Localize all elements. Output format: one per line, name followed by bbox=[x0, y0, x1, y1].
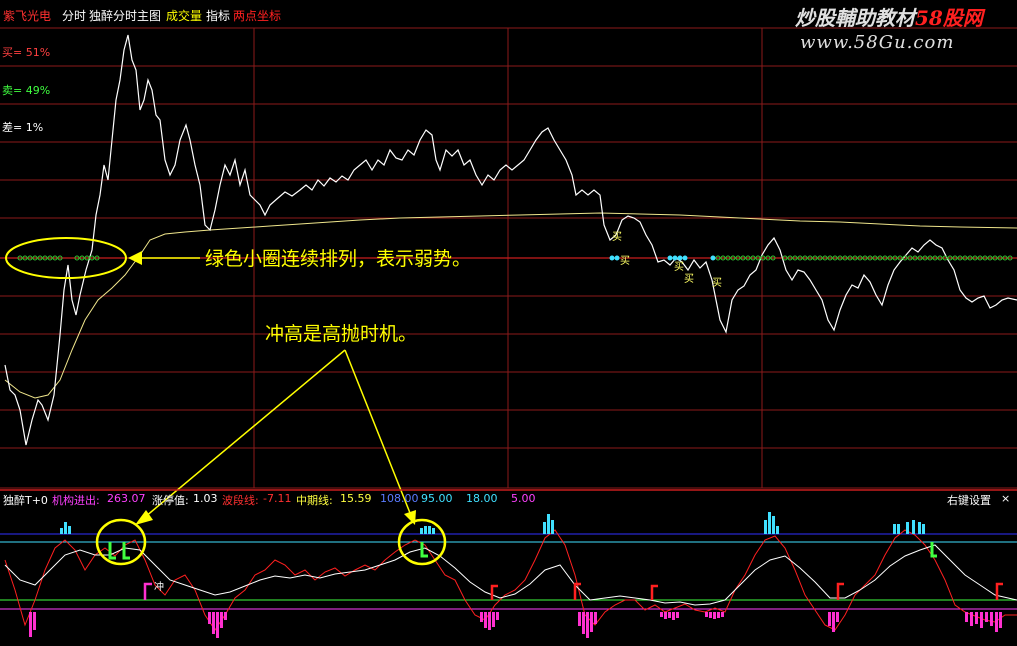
indicator-name[interactable]: 独醉T+0 bbox=[3, 492, 48, 508]
chong-tag: 冲 bbox=[154, 582, 164, 593]
mid-line bbox=[4, 544, 1017, 606]
green-sell-signals bbox=[108, 542, 937, 560]
inst-label: 机构进出: bbox=[52, 494, 100, 507]
close-icon[interactable]: × bbox=[1001, 492, 1010, 505]
level-value-95: 95.00 bbox=[421, 492, 453, 505]
lower-panel-header: 独醉T+0 机构进出: 263.07 涨停值: 1.03 波段线: -7.11 … bbox=[0, 492, 1017, 508]
inst-value: 263.07 bbox=[107, 492, 146, 505]
wave-value: -7.11 bbox=[263, 492, 292, 505]
limit-label: 涨停值: bbox=[152, 494, 189, 507]
level-value-108: 108.00 bbox=[380, 492, 419, 505]
red-buy-signals bbox=[490, 582, 1003, 600]
level-value-18: 18.00 bbox=[466, 492, 498, 505]
magenta-bars bbox=[29, 612, 1002, 638]
limit-value: 1.03 bbox=[193, 492, 218, 505]
annotation-sell: 冲高是高抛时机。 bbox=[265, 323, 418, 345]
wave-label: 波段线: bbox=[222, 494, 259, 507]
mid-value: 15.59 bbox=[340, 492, 372, 505]
avg-price-line bbox=[4, 212, 1017, 399]
magenta-marker bbox=[143, 582, 152, 600]
price-line bbox=[4, 34, 1017, 446]
buy-tag: 买 bbox=[674, 262, 684, 273]
buy-tag: 买 bbox=[712, 278, 722, 289]
arrow-head-weak bbox=[128, 251, 142, 265]
buy-tag: 买 bbox=[620, 256, 630, 267]
level-value-5: 5.00 bbox=[511, 492, 536, 505]
mid-label: 中期线: bbox=[296, 494, 333, 507]
right-click-settings[interactable]: 右键设置 bbox=[947, 492, 991, 508]
buy-tag: 买 bbox=[612, 232, 622, 243]
annotation-weak: 绿色小圈连续排列，表示弱势。 bbox=[205, 248, 472, 270]
chart-canvas[interactable] bbox=[0, 0, 1017, 646]
buy-tag: 买 bbox=[684, 274, 694, 285]
cyan-bars bbox=[60, 512, 925, 534]
